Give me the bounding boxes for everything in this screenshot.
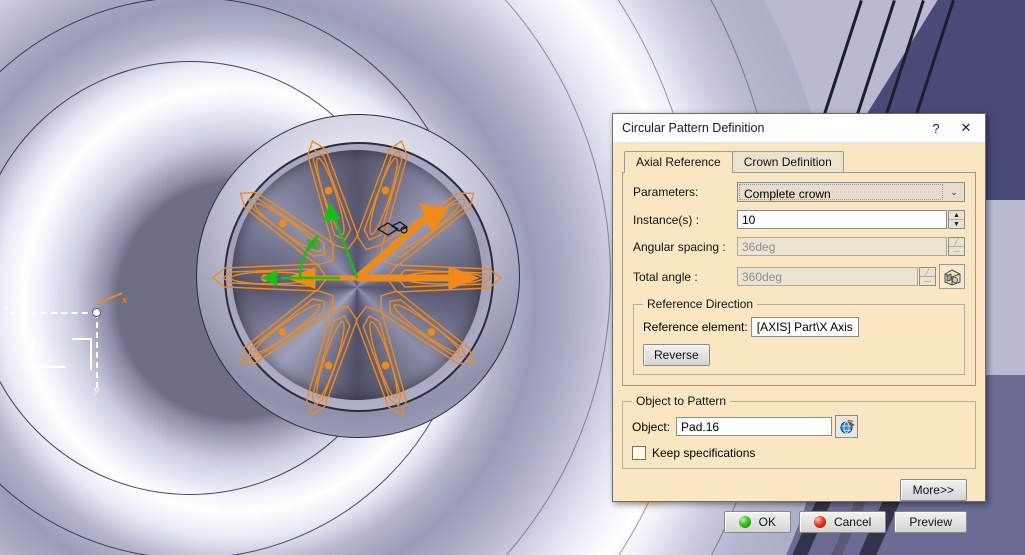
spinner-up-icon: ╱ xyxy=(954,238,959,246)
more-row: More>> xyxy=(622,479,967,501)
total-angle-input: 360deg xyxy=(737,267,918,286)
reference-direction-legend: Reference Direction xyxy=(647,297,754,311)
axis-y-line xyxy=(96,312,98,388)
angular-spacing-stepper: ╱ — xyxy=(948,237,965,256)
reverse-button[interactable]: Reverse xyxy=(643,344,710,366)
instances-label: Instance(s) : xyxy=(633,212,700,227)
tabstrip: Axial Reference Crown Definition xyxy=(624,151,976,173)
cancel-orb-icon xyxy=(813,516,826,528)
parameters-select[interactable]: Complete crown ⌄ xyxy=(737,182,965,202)
reference-element-value[interactable]: [AXIS] Part\X Axis xyxy=(750,317,859,337)
total-angle-row: Total angle : 360deg ╱ — xyxy=(633,264,965,289)
ok-button-label: OK xyxy=(758,515,776,529)
cancel-button[interactable]: Cancel xyxy=(798,511,887,533)
axis-origin-point xyxy=(92,308,101,317)
keep-specifications-label: Keep specifications xyxy=(652,446,756,460)
spinner-down-icon[interactable]: ▼ xyxy=(949,219,964,228)
tab-crown-definition[interactable]: Crown Definition xyxy=(731,151,844,173)
dialog-titlebar[interactable]: Circular Pattern Definition ? ✕ xyxy=(613,114,985,143)
more-button[interactable]: More>> xyxy=(899,479,967,501)
dialog-title: Circular Pattern Definition xyxy=(622,121,765,135)
reference-element-row: Reference element: [AXIS] Part\X Axis xyxy=(643,317,955,337)
total-angle-stepper: ╱ — xyxy=(919,267,936,286)
angular-spacing-row: Angular spacing : 36deg ╱ — xyxy=(633,237,965,256)
angle-annotation: 36 xyxy=(306,238,320,253)
axis-plane-marker-2 xyxy=(72,338,92,370)
spinner-down-icon: — xyxy=(920,276,935,285)
axis-label-z: z xyxy=(4,302,9,314)
chevron-down-icon[interactable]: ⌄ xyxy=(944,183,964,201)
law-cube-icon[interactable] xyxy=(939,264,965,289)
preview-button[interactable]: Preview xyxy=(894,511,967,533)
ok-orb-icon xyxy=(738,516,751,528)
parameters-row: Parameters: Complete crown ⌄ xyxy=(633,182,965,202)
keep-specifications-row[interactable]: Keep specifications xyxy=(632,446,966,460)
cancel-button-label: Cancel xyxy=(833,515,872,529)
spinner-up-icon: ╱ xyxy=(925,268,930,276)
object-to-pattern-group: Object to Pattern Object: Pad.16 Keep sp… xyxy=(622,394,976,469)
reference-direction-group: Reference Direction Reference element: [… xyxy=(633,297,965,375)
angular-spacing-label: Angular spacing : xyxy=(633,239,726,254)
spinner-up-icon[interactable]: ▲ xyxy=(949,211,964,219)
preview-button-label: Preview xyxy=(909,515,952,529)
help-icon[interactable]: ? xyxy=(921,116,951,140)
axis-system: x y z xyxy=(4,292,140,396)
instances-stepper[interactable]: ▲ ▼ xyxy=(948,210,965,229)
object-to-pattern-legend: Object to Pattern xyxy=(636,394,727,408)
parameters-label: Parameters: xyxy=(633,185,699,199)
dialog-body: Axial Reference Crown Definition Paramet… xyxy=(613,143,985,533)
angular-spacing-input: 36deg xyxy=(737,237,947,256)
part-bore xyxy=(232,150,482,400)
total-angle-label: Total angle : xyxy=(633,269,698,284)
cad-application-window: 36 x y z Circular Pattern Definition ? ✕… xyxy=(0,0,1025,555)
instances-row: Instance(s) : 10 ▲ ▼ xyxy=(633,210,965,229)
parameters-value: Complete crown xyxy=(739,184,943,201)
circular-pattern-definition-dialog: Circular Pattern Definition ? ✕ Axial Re… xyxy=(612,113,986,533)
close-icon[interactable]: ✕ xyxy=(951,116,981,140)
axis-label-y: y xyxy=(94,384,99,396)
ok-button[interactable]: OK xyxy=(723,511,791,533)
object-label: Object: xyxy=(632,419,671,434)
dialog-button-row: OK Cancel Preview xyxy=(622,511,967,533)
globe-browse-icon[interactable] xyxy=(835,415,859,438)
part-band-4 xyxy=(819,0,863,125)
axis-label-x: x xyxy=(122,294,128,306)
axis-plane-marker-1 xyxy=(32,340,66,368)
axis-z-line xyxy=(10,312,98,314)
object-input[interactable]: Pad.16 xyxy=(676,417,833,436)
instances-input[interactable]: 10 xyxy=(737,210,947,229)
object-row: Object: Pad.16 xyxy=(632,415,966,438)
tab-axial-reference[interactable]: Axial Reference xyxy=(624,151,733,173)
keep-specifications-checkbox[interactable] xyxy=(632,446,646,460)
spinner-down-icon: — xyxy=(949,246,964,255)
reference-element-label: Reference element: xyxy=(643,320,748,334)
axial-reference-panel: Parameters: Complete crown ⌄ Instance(s)… xyxy=(622,172,976,386)
